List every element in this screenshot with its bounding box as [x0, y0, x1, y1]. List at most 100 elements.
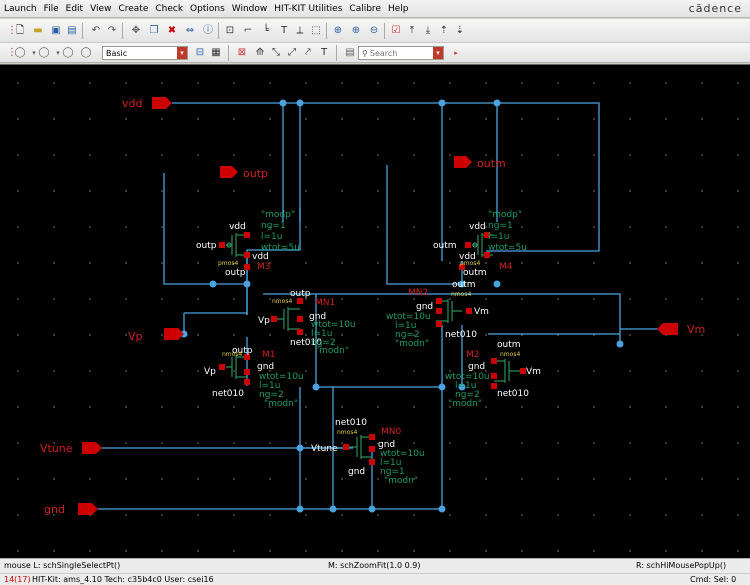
device-m1-name: M1	[262, 350, 276, 360]
mouse-bindings-row: mouse L: schSingleSelectPt() M: schZoomF…	[0, 560, 750, 573]
mouse-middle-binding: M: schZoomFit(1.0 0.9)	[328, 561, 421, 570]
return-top-icon[interactable]: ⤤	[300, 45, 316, 61]
net-label: outm	[433, 241, 457, 251]
menu-launch[interactable]: Launch	[4, 4, 37, 14]
svg-text:"modp": "modp"	[488, 210, 522, 220]
device-m4-name: M4	[499, 262, 513, 272]
menu-view[interactable]: View	[90, 4, 111, 14]
net-label: Vm	[526, 367, 541, 377]
add-instance-icon[interactable]: ⊡	[222, 23, 238, 39]
pin-label-outp: outp	[243, 167, 268, 180]
chevron-down-icon[interactable]: ▾	[177, 47, 187, 59]
selection-toolbar: ⋮ ◯ ▾ ◯ ▾ ◯ ◯ Basic ▾ ⊟ ▦ ⊠ ⟰ ⤡ ⤢ ⤤ T ▤ …	[0, 43, 750, 63]
zoom-out-icon[interactable]: ⊖	[366, 23, 382, 39]
net-label: net010	[212, 389, 244, 399]
add-wire-icon[interactable]: ⌐	[240, 23, 256, 39]
svg-text:nmos4: nmos4	[272, 298, 292, 305]
return-up-icon[interactable]: ⤢	[284, 45, 300, 61]
menu-hitkit-utilities[interactable]: HIT-KIT Utilities	[274, 4, 342, 14]
net-label: net010	[335, 418, 367, 428]
net-label: vdd	[469, 222, 486, 232]
area-select-icon[interactable]: ◯	[60, 45, 76, 61]
return-icon[interactable]: ⇡	[436, 23, 452, 39]
search-input[interactable]	[369, 48, 430, 58]
net-select-icon[interactable]: ◯	[78, 45, 94, 61]
net-label: outp	[196, 241, 217, 251]
menu-edit[interactable]: Edit	[66, 4, 83, 14]
svg-text:ng=1: ng=1	[261, 221, 286, 231]
svg-text:"modn": "modn"	[384, 476, 418, 486]
zoom-fit-icon[interactable]: ⊕	[330, 23, 346, 39]
descend-icon[interactable]: ⤓	[420, 23, 436, 39]
net-label: gnd	[257, 362, 274, 372]
menu-file[interactable]: File	[44, 4, 59, 14]
copy-icon[interactable]: ❐	[146, 23, 162, 39]
add-pin-icon[interactable]: ⟂	[292, 23, 308, 39]
search-go-icon[interactable]: ▸	[448, 45, 464, 61]
svg-text:nmos4: nmos4	[451, 291, 471, 298]
main-toolbar: ⋮ 🗋 ▬ ▣ ▤ ↶ ↷ ✥ ❐ ✖ ⇔ ⓘ ⊡ ⌐ ╘ T ⟂ ⬚ ⊕ ⊕ …	[0, 19, 750, 43]
add-note-icon[interactable]: ⬚	[308, 23, 324, 39]
pin-label-outm: outm	[477, 157, 506, 170]
net-label: gnd	[348, 467, 365, 477]
chevron-down-icon[interactable]: ▾	[433, 47, 443, 59]
edit-in-place-icon[interactable]: ⇣	[452, 23, 468, 39]
descend-edit-icon[interactable]: ⤡	[268, 45, 284, 61]
menu-bar: Launch File Edit View Create Check Optio…	[0, 0, 750, 18]
svg-text:nmos4: nmos4	[222, 351, 242, 358]
net-label: outm	[463, 268, 487, 278]
add-label-icon[interactable]: T	[316, 45, 332, 61]
net-label: Vtune	[311, 444, 338, 454]
menu-create[interactable]: Create	[118, 4, 148, 14]
pin-label-gnd: gnd	[44, 503, 65, 516]
net-label: gnd	[416, 302, 433, 312]
net-label: outm	[497, 340, 521, 350]
search-box[interactable]: ⚲ ▾	[358, 46, 444, 60]
grid-dots	[0, 65, 750, 559]
schematic-canvas[interactable]: vdd outp outm Vp Vm Vtune gnd vdd outp v…	[0, 64, 750, 559]
properties-icon[interactable]: ⓘ	[200, 23, 216, 39]
command-counter: 14(17)	[4, 575, 31, 584]
open-folder-icon[interactable]: ▬	[30, 23, 46, 39]
save-as-icon[interactable]: ▤	[64, 23, 80, 39]
net-label: outm	[452, 280, 476, 290]
filter-grid-icon[interactable]: ▦	[208, 45, 224, 61]
selection-count: Cmd: Sel: 0	[690, 575, 737, 584]
device-m2-name: M2	[466, 350, 480, 360]
descend-read-icon[interactable]: ⟰	[252, 45, 268, 61]
hierarchy-up-icon[interactable]: ⤒	[404, 23, 420, 39]
save-icon[interactable]: ▣	[48, 23, 64, 39]
search-options-icon[interactable]: ▤	[342, 45, 358, 61]
info-row: 14(17) HIT-Kit: ams_4.10 Tech: c35b4c0 U…	[0, 573, 750, 585]
move-icon[interactable]: ✥	[128, 23, 144, 39]
net-label: Vp	[204, 367, 216, 377]
mouse-left-binding: mouse L: schSingleSelectPt()	[4, 561, 121, 570]
svg-text:l=1u: l=1u	[261, 232, 282, 242]
svg-text:"modn": "modn"	[395, 339, 429, 349]
label-icon[interactable]: T	[276, 23, 292, 39]
net-label: Vm	[474, 307, 489, 317]
menu-options[interactable]: Options	[190, 4, 225, 14]
filter-options-icon[interactable]: ⊟	[192, 45, 208, 61]
cadence-logo: cādence	[688, 2, 742, 15]
net-label: net010	[445, 330, 477, 340]
menu-calibre[interactable]: Calibre	[349, 4, 381, 14]
menu-check[interactable]: Check	[155, 4, 183, 14]
menu-help[interactable]: Help	[388, 4, 409, 14]
device-mn1-name: MN1	[315, 298, 335, 308]
new-icon[interactable]: 🗋	[12, 23, 28, 39]
net-label: gnd	[468, 362, 485, 372]
undo-icon[interactable]: ↶	[88, 23, 104, 39]
delete-icon[interactable]: ✖	[164, 23, 180, 39]
stretch-icon[interactable]: ⇔	[182, 23, 198, 39]
menu-window[interactable]: Window	[232, 4, 268, 14]
svg-text:wtot=5u: wtot=5u	[261, 243, 300, 253]
filter-select[interactable]: Basic ▾	[102, 46, 188, 60]
net-label: net010	[497, 389, 529, 399]
redo-icon[interactable]: ↷	[104, 23, 120, 39]
check-save-icon[interactable]: ☑	[388, 23, 404, 39]
check-icon[interactable]: ⊠	[234, 45, 250, 61]
add-wire-wide-icon[interactable]: ╘	[258, 23, 274, 39]
net-label: vdd	[229, 222, 246, 232]
zoom-in-icon[interactable]: ⊕	[348, 23, 364, 39]
